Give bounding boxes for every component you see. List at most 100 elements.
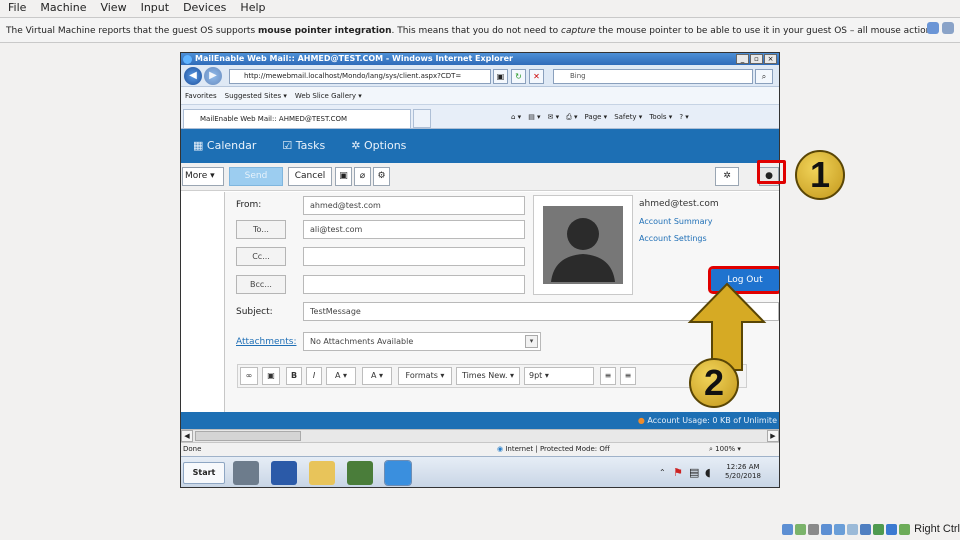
image-icon[interactable]: ▣: [262, 367, 280, 385]
scroll-left-icon[interactable]: ◀: [181, 430, 193, 442]
align-center-icon[interactable]: ≡: [620, 367, 636, 385]
internet-explorer-icon[interactable]: [384, 460, 412, 486]
shared-folders-icon[interactable]: [847, 523, 859, 535]
tools-menu[interactable]: Tools ▾: [649, 109, 672, 125]
zoom-control[interactable]: ⌕ 100% ▾: [709, 443, 741, 456]
mailenable-admin-icon[interactable]: [347, 461, 373, 485]
settings-gear-icon[interactable]: ✲: [715, 167, 739, 186]
bold-icon[interactable]: B: [286, 367, 302, 385]
formats-label: Formats: [405, 371, 438, 380]
callout-step-1: 1: [795, 150, 845, 200]
italic-icon[interactable]: I: [306, 367, 322, 385]
attach-icon[interactable]: ⌀: [354, 167, 371, 186]
link-icon[interactable]: ∞: [240, 367, 258, 385]
help-icon[interactable]: ? ▾: [679, 109, 688, 125]
windows-taskbar: Start ⌃ ⚑ ▤ ◖ 12:26 AM 5/20/2018: [181, 456, 779, 487]
optical-drive-icon[interactable]: [795, 523, 807, 535]
attachments-select[interactable]: No Attachments Available ▾: [303, 332, 541, 351]
notice-close-icon[interactable]: [942, 22, 954, 34]
mouse-integration-icon[interactable]: [899, 523, 911, 535]
audio-icon[interactable]: [808, 523, 820, 535]
minimize-icon[interactable]: _: [736, 54, 749, 64]
notice-info-icon[interactable]: [927, 22, 939, 34]
cc-button[interactable]: Cc...: [236, 247, 286, 266]
ie-navigation-bar: ◀ ▶ http://mewebmail.localhost/Mondo/lan…: [181, 65, 779, 87]
options-icon[interactable]: ⚙: [373, 167, 390, 186]
cpu-icon[interactable]: [886, 523, 898, 535]
nav-tasks[interactable]: ☑ Tasks: [282, 129, 325, 163]
more-button[interactable]: More ▾: [182, 167, 224, 186]
feeds-icon[interactable]: ▤ ▾: [528, 109, 540, 125]
account-summary-link[interactable]: Account Summary: [639, 217, 713, 226]
explorer-icon[interactable]: [309, 461, 335, 485]
compat-view-icon[interactable]: ▣: [493, 69, 508, 84]
safety-menu[interactable]: Safety ▾: [614, 109, 642, 125]
refresh-icon[interactable]: ↻: [511, 69, 526, 84]
network-icon[interactable]: ▤: [689, 466, 699, 479]
cc-field[interactable]: [303, 247, 525, 266]
tab-webmail[interactable]: MailEnable Web Mail:: AHMED@TEST.COM: [183, 109, 411, 128]
menu-view[interactable]: View: [100, 0, 126, 16]
mail-icon[interactable]: ✉ ▾: [548, 109, 560, 125]
powershell-icon[interactable]: [271, 461, 297, 485]
to-field[interactable]: ali@test.com: [303, 220, 525, 239]
notice-text: The Virtual Machine reports that the gue…: [6, 26, 259, 36]
font-select[interactable]: Times New. ▾: [456, 367, 520, 385]
save-icon[interactable]: ▣: [335, 167, 352, 186]
network-adapter-icon[interactable]: [821, 523, 833, 535]
align-left-icon[interactable]: ≡: [600, 367, 616, 385]
font-color-icon[interactable]: A ▾: [326, 367, 356, 385]
clock[interactable]: 12:26 AM 5/20/2018: [725, 463, 761, 481]
bcc-field[interactable]: [303, 275, 525, 294]
web-slice-gallery-link[interactable]: Web Slice Gallery ▾: [295, 87, 362, 104]
nav-calendar[interactable]: ▦ Calendar: [193, 129, 256, 163]
print-icon[interactable]: ⎙ ▾: [566, 109, 577, 125]
menu-help[interactable]: Help: [240, 0, 265, 16]
account-settings-link[interactable]: Account Settings: [639, 234, 707, 243]
search-icon[interactable]: ⌕: [755, 69, 773, 84]
action-center-icon[interactable]: ⚑: [673, 466, 683, 479]
tab-bar: MailEnable Web Mail:: AHMED@TEST.COM: [181, 105, 779, 129]
home-icon[interactable]: ⌂ ▾: [511, 109, 521, 125]
new-tab-button[interactable]: [413, 109, 431, 128]
nav-options[interactable]: ✲ Options: [351, 129, 406, 163]
attachments-link[interactable]: Attachments:: [236, 337, 296, 347]
menu-input[interactable]: Input: [141, 0, 169, 16]
search-input[interactable]: Bing: [553, 69, 753, 84]
size-select[interactable]: 9pt ▾: [524, 367, 594, 385]
host-menubar: File Machine View Input Devices Help: [0, 0, 960, 16]
scroll-thumb[interactable]: [195, 431, 301, 441]
scroll-right-icon[interactable]: ▶: [767, 430, 779, 442]
window-controls: _ ▫ ×: [736, 54, 777, 64]
suggested-sites-link[interactable]: Suggested Sites ▾: [225, 87, 287, 104]
start-button[interactable]: Start: [183, 462, 225, 484]
stop-icon[interactable]: ✕: [529, 69, 544, 84]
to-button[interactable]: To...: [236, 220, 286, 239]
tray-arrow-icon[interactable]: ⌃: [659, 468, 666, 477]
server-manager-icon[interactable]: [233, 461, 259, 485]
menu-devices[interactable]: Devices: [183, 0, 226, 16]
forward-icon[interactable]: ▶: [204, 67, 222, 85]
menu-machine[interactable]: Machine: [40, 0, 86, 16]
maximize-icon[interactable]: ▫: [750, 54, 763, 64]
bcc-button[interactable]: Bcc...: [236, 275, 286, 294]
favorites-button[interactable]: Favorites: [185, 87, 217, 104]
recording-icon[interactable]: [873, 523, 885, 535]
close-icon[interactable]: ×: [764, 54, 777, 64]
horizontal-scrollbar[interactable]: ◀ ▶: [181, 429, 779, 442]
from-field[interactable]: ahmed@test.com: [303, 196, 525, 215]
address-bar[interactable]: http://mewebmail.localhost/Mondo/lang/sy…: [229, 69, 491, 84]
hdd-icon[interactable]: [782, 523, 794, 535]
display-icon[interactable]: [860, 523, 872, 535]
highlight-color-icon[interactable]: A ▾: [362, 367, 392, 385]
back-icon[interactable]: ◀: [184, 67, 202, 85]
cancel-button[interactable]: Cancel: [288, 167, 332, 186]
avatar: [533, 195, 633, 295]
page-menu[interactable]: Page ▾: [585, 109, 608, 125]
formats-select[interactable]: Formats ▾: [398, 367, 452, 385]
usb-icon[interactable]: [834, 523, 846, 535]
send-button[interactable]: Send: [229, 167, 283, 186]
nav-label: Options: [363, 139, 407, 152]
volume-icon[interactable]: ◖: [705, 466, 711, 479]
menu-file[interactable]: File: [8, 0, 26, 16]
